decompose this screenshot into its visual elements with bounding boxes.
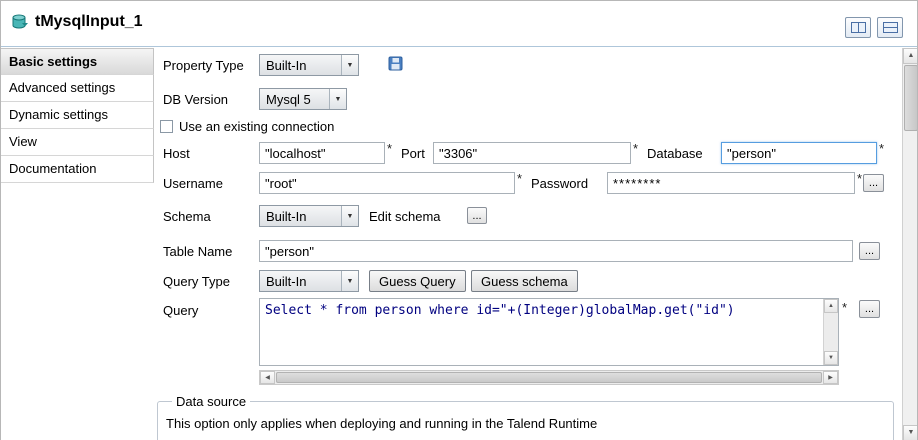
component-settings-panel: tMysqlInput_1 Basic settings Advanced se… bbox=[0, 0, 918, 440]
layout-columns-icon bbox=[851, 22, 866, 33]
required-marker: * bbox=[387, 141, 392, 156]
scroll-down-icon[interactable]: ▼ bbox=[903, 425, 918, 440]
host-label: Host bbox=[163, 146, 190, 162]
data-source-group: Data source This option only applies whe… bbox=[157, 394, 894, 440]
data-source-legend: Data source bbox=[172, 394, 250, 409]
db-version-label: DB Version bbox=[163, 92, 228, 108]
database-input[interactable] bbox=[721, 142, 877, 164]
use-existing-connection-checkbox[interactable] bbox=[160, 120, 173, 133]
db-version-select[interactable]: Mysql 5 ▼ bbox=[259, 88, 347, 110]
guess-schema-button[interactable]: Guess schema bbox=[471, 270, 578, 292]
horizontal-scroll-thumb[interactable] bbox=[276, 372, 822, 383]
required-marker: * bbox=[633, 141, 638, 156]
schema-select[interactable]: Built-In ▼ bbox=[259, 205, 359, 227]
table-name-browse-button[interactable]: ... bbox=[859, 242, 880, 260]
edit-schema-label: Edit schema bbox=[369, 209, 441, 225]
port-input[interactable] bbox=[433, 142, 631, 164]
chevron-down-icon: ▼ bbox=[341, 55, 358, 75]
tab-dynamic-settings[interactable]: Dynamic settings bbox=[1, 102, 154, 129]
tab-view[interactable]: View bbox=[1, 129, 154, 156]
property-type-label: Property Type bbox=[163, 58, 244, 74]
host-input[interactable] bbox=[259, 142, 385, 164]
port-label: Port bbox=[401, 146, 425, 162]
tab-advanced-settings[interactable]: Advanced settings bbox=[1, 75, 154, 102]
required-marker: * bbox=[879, 141, 884, 156]
chevron-down-icon: ▼ bbox=[341, 206, 358, 226]
component-title: tMysqlInput_1 bbox=[35, 13, 143, 31]
query-type-select[interactable]: Built-In ▼ bbox=[259, 270, 359, 292]
query-editor[interactable]: Select * from person where id="+(Integer… bbox=[259, 298, 839, 366]
chevron-down-icon: ▼ bbox=[341, 271, 358, 291]
username-label: Username bbox=[163, 176, 223, 192]
vertical-layout-button[interactable] bbox=[877, 17, 903, 38]
query-horizontal-scrollbar[interactable]: ◀ ▶ bbox=[259, 370, 839, 385]
query-expand-button[interactable]: ... bbox=[859, 300, 880, 318]
property-type-value: Built-In bbox=[260, 58, 341, 73]
layout-rows-icon bbox=[883, 22, 898, 33]
schema-label: Schema bbox=[163, 209, 211, 225]
table-name-label: Table Name bbox=[163, 244, 232, 260]
panel-vertical-scrollbar[interactable]: ▲ ▼ bbox=[902, 48, 918, 440]
required-marker: * bbox=[857, 171, 862, 186]
password-input[interactable] bbox=[607, 172, 855, 194]
scroll-right-icon[interactable]: ▶ bbox=[823, 371, 838, 384]
query-vertical-scrollbar[interactable]: ▲ ▼ bbox=[823, 299, 838, 365]
tab-basic-settings[interactable]: Basic settings bbox=[1, 48, 154, 75]
tab-documentation[interactable]: Documentation bbox=[1, 156, 154, 183]
scroll-up-icon[interactable]: ▲ bbox=[903, 48, 918, 64]
query-type-label: Query Type bbox=[163, 274, 230, 290]
save-icon[interactable] bbox=[388, 56, 403, 74]
query-type-value: Built-In bbox=[260, 274, 341, 289]
query-label: Query bbox=[163, 303, 198, 319]
database-label: Database bbox=[647, 146, 703, 162]
use-existing-connection-label: Use an existing connection bbox=[179, 119, 334, 135]
data-source-note: This option only applies when deploying … bbox=[166, 416, 885, 431]
scroll-left-icon[interactable]: ◀ bbox=[260, 371, 275, 384]
required-marker: * bbox=[842, 300, 847, 315]
password-label: Password bbox=[531, 176, 588, 192]
horizontal-layout-button[interactable] bbox=[845, 17, 871, 38]
schema-value: Built-In bbox=[260, 209, 341, 224]
username-input[interactable] bbox=[259, 172, 515, 194]
settings-tabs: Basic settings Advanced settings Dynamic… bbox=[1, 48, 154, 183]
mysql-input-component-icon bbox=[11, 14, 29, 30]
scroll-up-icon[interactable]: ▲ bbox=[824, 299, 838, 313]
table-name-input[interactable] bbox=[259, 240, 853, 262]
query-text[interactable]: Select * from person where id="+(Integer… bbox=[265, 303, 820, 318]
required-marker: * bbox=[517, 171, 522, 186]
password-ellipsis-button[interactable]: ... bbox=[863, 174, 884, 192]
db-version-value: Mysql 5 bbox=[260, 92, 329, 107]
panel-header: tMysqlInput_1 bbox=[1, 1, 917, 47]
scroll-down-icon[interactable]: ▼ bbox=[824, 351, 838, 365]
edit-schema-button[interactable]: ... bbox=[467, 207, 487, 224]
guess-query-button[interactable]: Guess Query bbox=[369, 270, 466, 292]
property-type-select[interactable]: Built-In ▼ bbox=[259, 54, 359, 76]
vertical-scroll-thumb[interactable] bbox=[904, 65, 918, 131]
chevron-down-icon: ▼ bbox=[329, 89, 346, 109]
